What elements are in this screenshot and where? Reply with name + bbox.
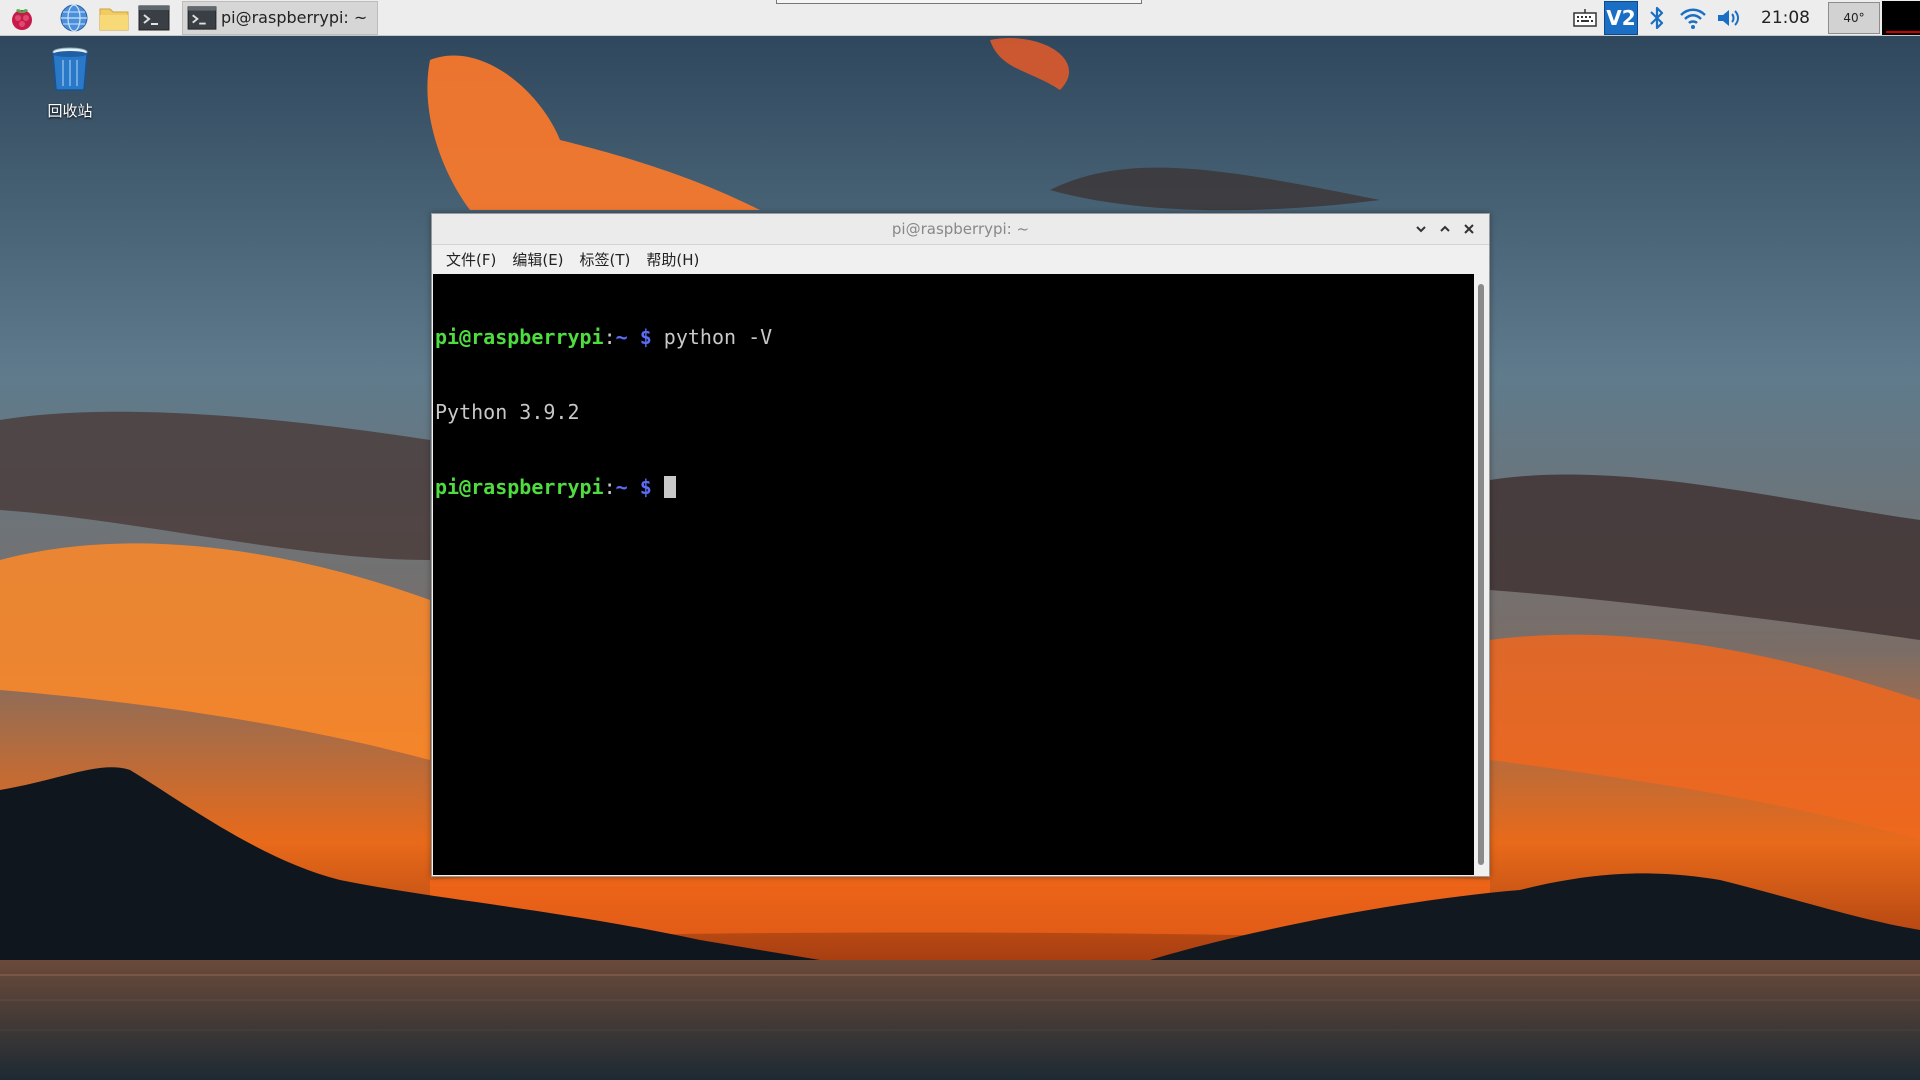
prompt-colon: : bbox=[603, 475, 616, 499]
taskbar-task-label: pi@raspberrypi: ~ bbox=[221, 8, 368, 27]
window-controls bbox=[1409, 214, 1481, 244]
minimize-button[interactable] bbox=[1409, 217, 1433, 241]
terminal-command: python -V bbox=[651, 325, 773, 349]
menu-help[interactable]: 帮助(H) bbox=[638, 249, 707, 270]
wifi-button[interactable] bbox=[1675, 0, 1711, 36]
terminal-icon bbox=[187, 5, 217, 30]
bluetooth-button[interactable] bbox=[1639, 0, 1675, 36]
prompt-user: pi@raspberrypi bbox=[435, 475, 604, 499]
terminal-area[interactable]: pi@raspberrypi:~ $ python -V Python 3.9.… bbox=[433, 274, 1488, 875]
terminal-launcher[interactable] bbox=[136, 0, 172, 36]
cpu-usage-graph bbox=[1882, 1, 1920, 35]
taskbar-terminal-task[interactable]: pi@raspberrypi: ~ bbox=[182, 0, 378, 35]
prompt-path: ~ $ bbox=[615, 475, 652, 499]
maximize-button[interactable] bbox=[1433, 217, 1457, 241]
terminal-output[interactable]: pi@raspberrypi:~ $ python -V Python 3.9.… bbox=[433, 274, 1474, 875]
vnc-icon: V2 bbox=[1604, 1, 1638, 35]
terminal-scrollbar[interactable] bbox=[1474, 274, 1488, 875]
cpu-temperature: 40° bbox=[1828, 2, 1880, 34]
keyboard-icon bbox=[1573, 9, 1597, 27]
file-manager-launcher[interactable] bbox=[96, 0, 132, 36]
prompt-user: pi@raspberrypi bbox=[435, 325, 604, 349]
vnc-server-button[interactable]: V2 bbox=[1603, 0, 1639, 36]
prompt-colon: : bbox=[603, 325, 616, 349]
bluetooth-icon bbox=[1650, 6, 1664, 30]
volume-button[interactable] bbox=[1711, 0, 1747, 36]
wifi-icon bbox=[1680, 8, 1706, 29]
folder-icon bbox=[99, 8, 129, 30]
keyboard-layout-button[interactable] bbox=[1567, 0, 1603, 36]
panel-spacer-box bbox=[776, 0, 1142, 4]
menu-bar: 文件(F) 编辑(E) 标签(T) 帮助(H) bbox=[432, 245, 1489, 273]
chevron-up-icon bbox=[1440, 225, 1450, 232]
window-title: pi@raspberrypi: ~ bbox=[891, 220, 1030, 238]
terminal-line: pi@raspberrypi:~ $ python -V bbox=[435, 325, 1472, 350]
close-icon bbox=[1464, 224, 1474, 234]
terminal-icon bbox=[138, 5, 170, 30]
menu-edit[interactable]: 编辑(E) bbox=[504, 249, 571, 270]
window-titlebar[interactable]: pi@raspberrypi: ~ bbox=[432, 214, 1489, 245]
text-cursor bbox=[663, 476, 676, 498]
chevron-down-icon bbox=[1416, 226, 1426, 233]
menu-file[interactable]: 文件(F) bbox=[438, 249, 504, 270]
terminal-line: Python 3.9.2 bbox=[435, 400, 1472, 425]
web-browser-launcher[interactable] bbox=[56, 0, 92, 36]
terminal-line: pi@raspberrypi:~ $ bbox=[435, 475, 1472, 500]
desktop-trash-label: 回收站 bbox=[47, 102, 93, 120]
desktop-trash[interactable]: 回收站 bbox=[36, 44, 104, 121]
raspberry-menu-button[interactable] bbox=[4, 0, 40, 36]
top-panel: pi@raspberrypi: ~ V2 21:08 40° bbox=[0, 0, 1920, 36]
trash-icon bbox=[52, 47, 88, 91]
clock[interactable]: 21:08 bbox=[1761, 8, 1810, 28]
system-tray: V2 21:08 40° bbox=[1567, 0, 1920, 36]
close-button[interactable] bbox=[1457, 217, 1481, 241]
speaker-icon bbox=[1718, 10, 1739, 26]
prompt-path: ~ $ bbox=[615, 325, 652, 349]
terminal-command-output: Python 3.9.2 bbox=[435, 400, 580, 424]
terminal-window: pi@raspberrypi: ~ 文件(F) 编辑(E) 标签(T) 帮助(H… bbox=[431, 213, 1490, 877]
scrollbar-thumb[interactable] bbox=[1478, 284, 1484, 865]
raspberry-icon bbox=[12, 8, 32, 30]
globe-icon bbox=[60, 3, 88, 32]
menu-tabs[interactable]: 标签(T) bbox=[572, 249, 639, 270]
